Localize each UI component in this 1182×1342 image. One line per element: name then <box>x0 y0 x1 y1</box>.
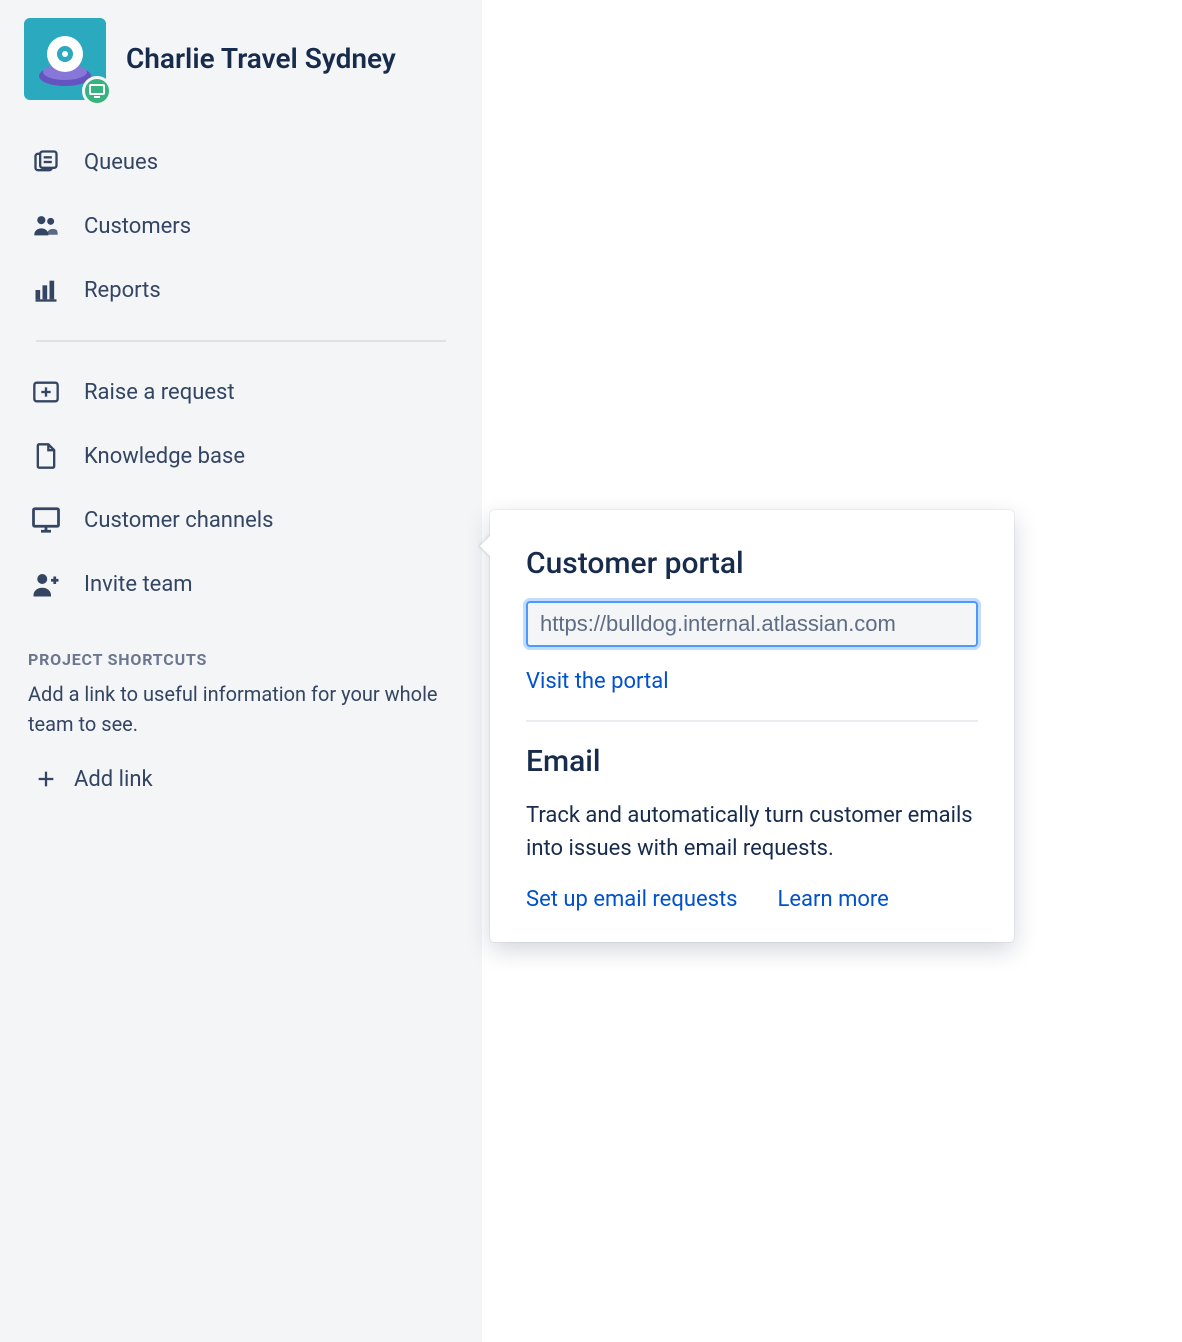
nav-item-invite-team[interactable]: Invite team <box>0 552 482 616</box>
nav-item-reports[interactable]: Reports <box>0 258 482 322</box>
project-header: Charlie Travel Sydney <box>0 18 482 120</box>
popover-divider <box>526 720 978 722</box>
reports-icon <box>28 272 64 308</box>
monitor-icon <box>89 84 105 98</box>
nav-item-label: Invite team <box>84 572 193 597</box>
nav-secondary: Raise a request Knowledge base Customer … <box>0 350 482 626</box>
project-avatar[interactable] <box>24 18 106 100</box>
project-sidebar: Charlie Travel Sydney Queues Customers R… <box>0 0 482 1342</box>
nav-item-knowledge-base[interactable]: Knowledge base <box>0 424 482 488</box>
plus-icon <box>28 761 64 797</box>
document-icon <box>28 438 64 474</box>
nav-item-raise-request[interactable]: Raise a request <box>0 360 482 424</box>
add-link-label: Add link <box>74 767 153 792</box>
nav-item-label: Raise a request <box>84 380 235 405</box>
nav-item-queues[interactable]: Queues <box>0 130 482 194</box>
nav-item-label: Knowledge base <box>84 444 245 469</box>
nav-item-label: Reports <box>84 278 161 303</box>
monitor-icon <box>28 502 64 538</box>
invite-team-icon <box>28 566 64 602</box>
customers-icon <box>28 208 64 244</box>
nav-item-label: Customers <box>84 214 191 239</box>
shortcuts-description: Add a link to useful information for you… <box>0 679 482 753</box>
nav-item-label: Customer channels <box>84 508 273 533</box>
project-title: Charlie Travel Sydney <box>126 42 396 76</box>
nav-primary: Queues Customers Reports <box>0 120 482 332</box>
nav-item-customer-channels[interactable]: Customer channels <box>0 488 482 552</box>
portal-heading: Customer portal <box>526 546 978 581</box>
email-description: Track and automatically turn customer em… <box>526 799 978 865</box>
queues-icon <box>28 144 64 180</box>
shortcuts-heading: PROJECT SHORTCUTS <box>0 626 482 679</box>
setup-email-link[interactable]: Set up email requests <box>526 887 738 912</box>
email-heading: Email <box>526 744 978 779</box>
learn-more-link[interactable]: Learn more <box>778 887 889 912</box>
customer-channels-popover: Customer portal Visit the portal Email T… <box>490 510 1014 942</box>
nav-item-label: Queues <box>84 150 158 175</box>
service-desk-badge <box>82 76 112 106</box>
email-links: Set up email requests Learn more <box>526 887 978 912</box>
nav-divider <box>36 340 446 342</box>
raise-request-icon <box>28 374 64 410</box>
add-link-button[interactable]: Add link <box>0 753 482 805</box>
nav-item-customers[interactable]: Customers <box>0 194 482 258</box>
portal-url-field[interactable] <box>526 601 978 647</box>
visit-portal-link[interactable]: Visit the portal <box>526 669 669 694</box>
